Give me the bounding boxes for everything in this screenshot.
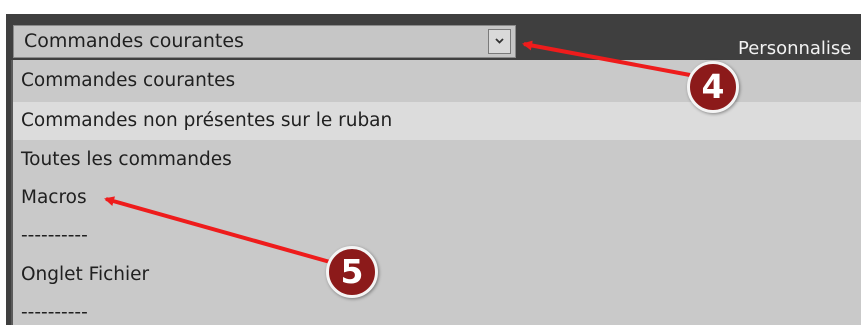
annotation-arrows (104, 40, 691, 264)
screenshot-frame: Commandes courantes Personnalise Command… (0, 0, 861, 325)
arrow-to-macros (104, 196, 331, 264)
arrow-to-dropdown-button (522, 40, 691, 77)
step-badge-5: 5 (326, 246, 378, 298)
step-badge-4: 4 (687, 61, 739, 113)
